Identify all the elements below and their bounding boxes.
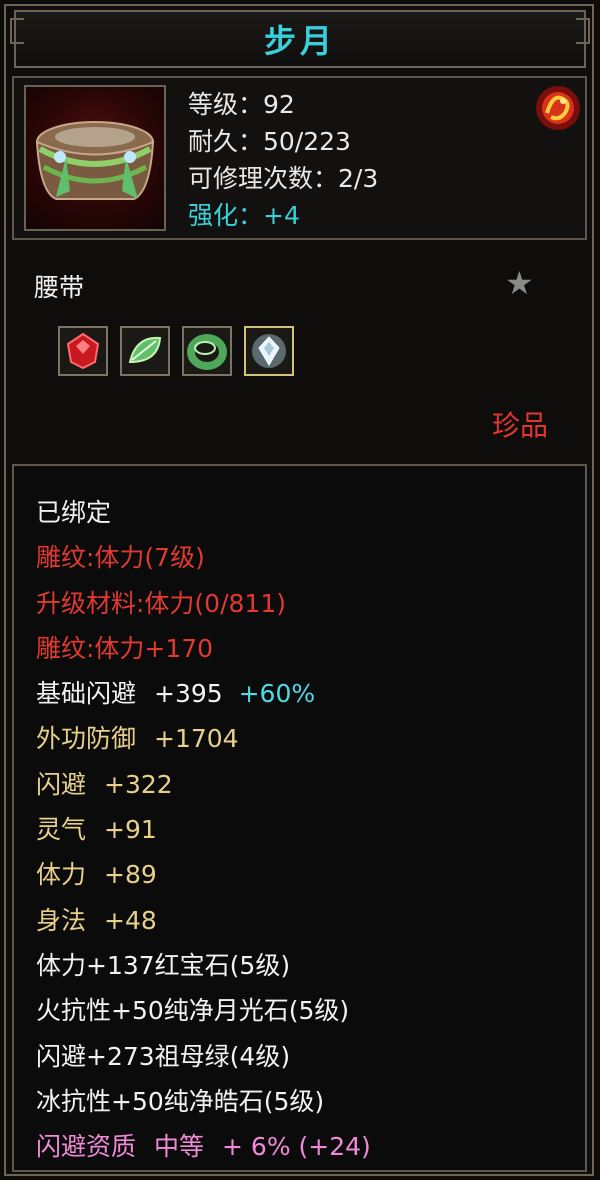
base-dodge-value: +395 (154, 679, 223, 709)
item-stats: 等级：92 耐久：50/223 可修理次数：2/3 强化：+4 (188, 86, 378, 234)
quality-value: + 6% (+24) (222, 1132, 371, 1162)
belt-icon[interactable] (24, 85, 166, 231)
gem-slot-red[interactable] (58, 326, 108, 376)
quality-grade: 中等 (154, 1132, 205, 1162)
external-defense-line: 外功防御 +1704 (36, 716, 371, 761)
fire-dragon-icon (533, 83, 583, 133)
bound-status: 已绑定 (36, 498, 112, 527)
item-type: 腰带 (34, 273, 85, 302)
item-name: 步月 (263, 22, 336, 60)
attribute-list: 已绑定 雕纹:体力(7级) 升级材料:体力(0/811) 雕纹:体力+170 基… (36, 490, 371, 1169)
agility-value: +48 (104, 905, 157, 935)
gem-slot-green-leaf[interactable] (120, 326, 170, 376)
stamina-value: +89 (104, 860, 157, 890)
gem-bonus-line-4: 冰抗性+50纯净皓石(5级) (36, 1086, 325, 1116)
dodge-line: 闪避 +322 (36, 762, 371, 807)
quality-line: 闪避资质 中等 + 6% (+24) (36, 1124, 371, 1169)
quality-label: 闪避资质 (36, 1132, 137, 1162)
spirit-label: 灵气 (36, 815, 87, 845)
green-leaf-gem-icon (128, 336, 162, 364)
base-dodge-bonus: +60% (238, 679, 316, 709)
gem-slot-jade-ring[interactable] (182, 326, 232, 376)
jade-ring-gem-icon (187, 334, 227, 370)
enhance-line: 强化：+4 (188, 201, 300, 230)
level-line: 等级：92 (188, 90, 295, 119)
engrave-line-1: 雕纹:体力(7级) (36, 543, 205, 573)
repair-count-line: 可修理次数：2/3 (188, 164, 379, 193)
spirit-line: 灵气 +91 (36, 807, 371, 852)
external-defense-value: +1704 (154, 724, 239, 754)
agility-line: 身法 +48 (36, 898, 371, 943)
rarity-label: 珍品 (492, 409, 549, 442)
diamond-gem-icon (252, 334, 286, 368)
gem-bonus-line-2: 火抗性+50纯净月光石(5级) (36, 996, 350, 1026)
title-corner-left (10, 18, 24, 44)
external-defense-label: 外功防御 (36, 724, 137, 754)
title-corner-right (576, 18, 590, 44)
red-gem-icon (66, 332, 100, 370)
title-bar: 步月 (14, 10, 586, 68)
base-dodge-line: 基础闪避 +395 +60% (36, 671, 371, 716)
stamina-label: 体力 (36, 860, 87, 890)
engrave-line-2: 雕纹:体力+170 (36, 633, 214, 663)
upgrade-material-line: 升级材料:体力(0/811) (36, 588, 286, 618)
gem-bonus-line-1: 体力+137红宝石(5级) (36, 950, 291, 980)
base-dodge-label: 基础闪避 (36, 679, 137, 709)
agility-label: 身法 (36, 905, 87, 935)
gem-slot-diamond[interactable] (244, 326, 294, 376)
dodge-value: +322 (104, 769, 173, 799)
star-icon[interactable]: ★ (505, 265, 534, 301)
spirit-value: +91 (104, 815, 157, 845)
dodge-label: 闪避 (36, 769, 87, 799)
gem-bonus-line-3: 闪避+273祖母绿(4级) (36, 1041, 291, 1071)
stamina-line: 体力 +89 (36, 852, 371, 897)
durability-line: 耐久：50/223 (188, 127, 351, 156)
